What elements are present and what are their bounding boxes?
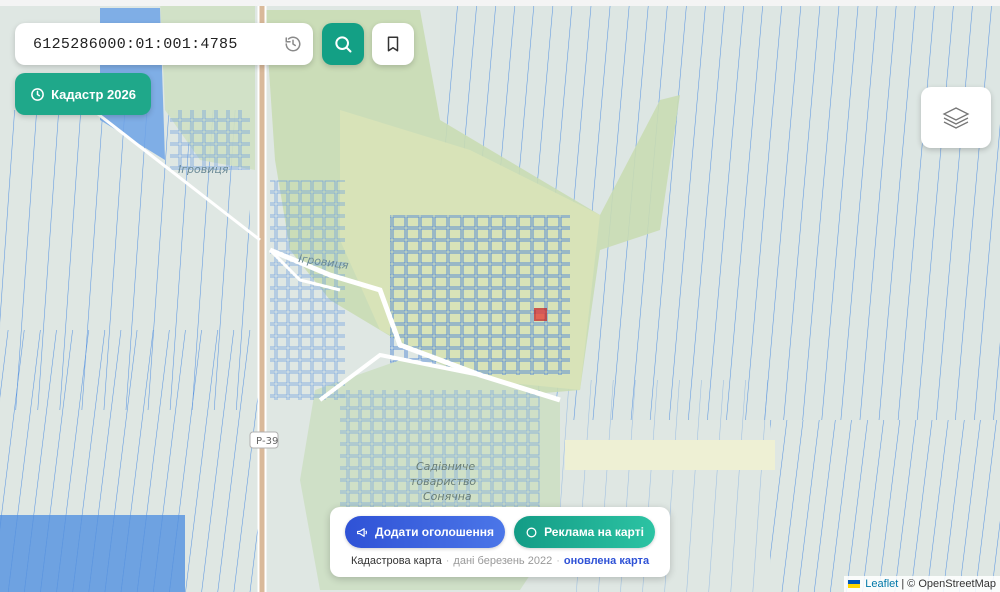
kadastr-year-label: Кадастр 2026	[51, 86, 136, 102]
garden-label-line2: товариство	[410, 475, 476, 488]
data-date: дані березень 2022	[453, 555, 553, 567]
layers-icon	[942, 106, 970, 129]
osm-attribution: © OpenStreetMap	[907, 578, 996, 590]
layers-button[interactable]	[921, 87, 991, 148]
circle-icon	[526, 527, 537, 537]
search-input[interactable]	[31, 34, 283, 54]
search-button[interactable]	[322, 23, 364, 65]
promo-label: Реклама на карті	[544, 525, 644, 539]
top-strip	[0, 0, 1000, 6]
garden-label-line1: Садівниче	[416, 460, 475, 473]
add-ad-button[interactable]: Додати оголошення	[345, 516, 505, 548]
megaphone-icon	[357, 527, 368, 537]
leaflet-link[interactable]: Leaflet	[865, 578, 898, 590]
bottom-panel: Додати оголошення Реклама на карті Кадас…	[330, 507, 670, 577]
map-title: Кадастрова карта	[350, 555, 442, 567]
updated-map-link[interactable]: оновлена карта	[564, 555, 649, 567]
search-box	[15, 23, 313, 65]
clock-icon	[31, 87, 44, 101]
attribution-separator: |	[901, 578, 905, 590]
map-label-village: Ігровиця	[178, 163, 229, 176]
bookmark-button[interactable]	[372, 23, 414, 65]
promo-button[interactable]: Реклама на карті	[514, 516, 655, 548]
panel-footer: Кадастрова карта · дані березень 2022 · онов…	[350, 555, 650, 567]
road-label: Р-39	[256, 436, 278, 447]
bookmark-icon	[387, 36, 399, 52]
kadastr-year-button[interactable]: Кадастр 2026	[15, 73, 151, 115]
history-icon[interactable]	[283, 34, 303, 54]
add-ad-label: Додати оголошення	[375, 525, 494, 539]
garden-label-line3: Сонячна	[423, 490, 472, 503]
selected-parcel[interactable]	[534, 308, 547, 321]
ukraine-flag-icon	[848, 580, 861, 588]
map-attribution: Leaflet | © OpenStreetMap	[844, 576, 1000, 592]
search-icon	[335, 36, 352, 53]
